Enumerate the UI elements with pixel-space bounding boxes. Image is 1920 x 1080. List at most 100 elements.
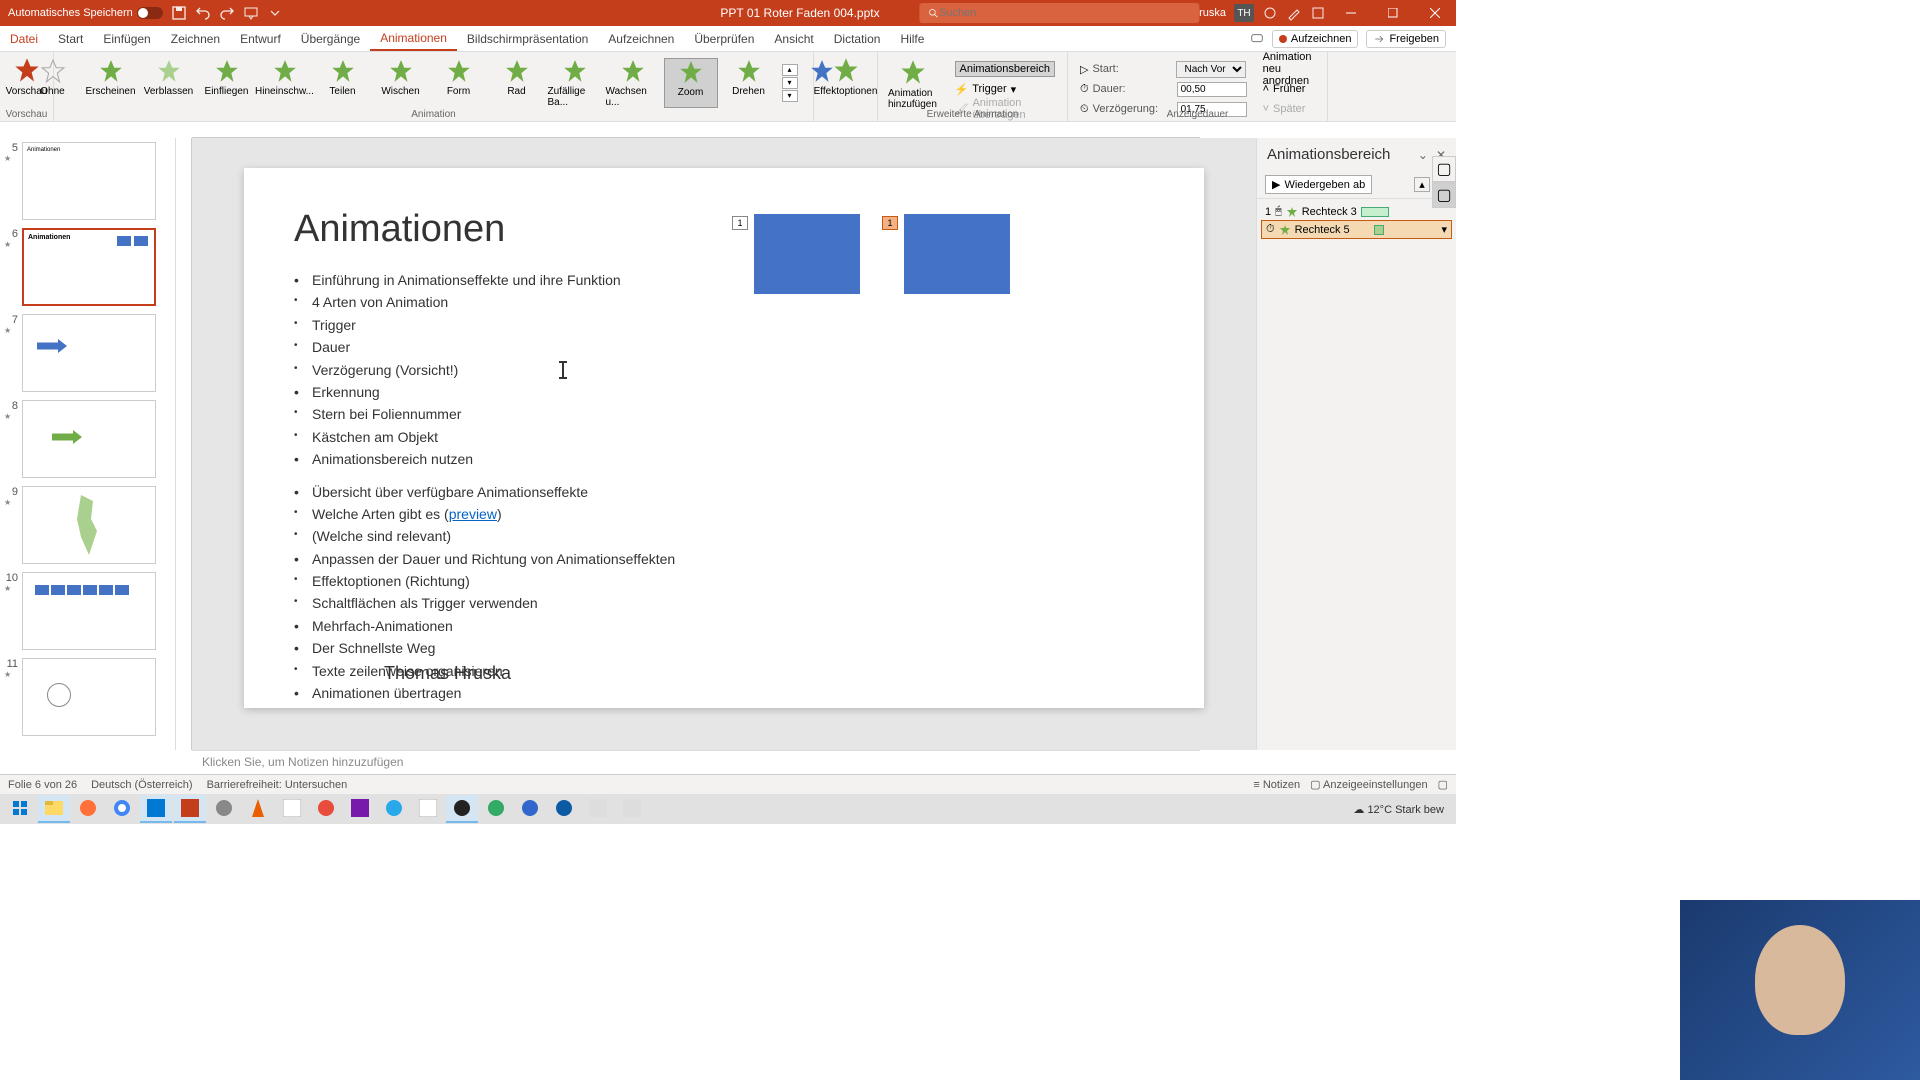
thumb-11[interactable]	[22, 658, 156, 736]
slide-content[interactable]: Einführung in Animationseffekte und ihre…	[294, 269, 1154, 704]
minimize-button[interactable]	[1334, 0, 1368, 26]
gallery-more[interactable]: ▾	[782, 90, 798, 102]
side-tab-1[interactable]: ▢	[1432, 156, 1456, 182]
obs-icon[interactable]	[446, 795, 478, 823]
rectangle-3[interactable]	[754, 214, 860, 294]
duration-input[interactable]	[1177, 82, 1247, 97]
search-box[interactable]	[920, 3, 1200, 23]
tab-slideshow[interactable]: Bildschirmpräsentation	[457, 26, 598, 51]
app-icon-7[interactable]	[582, 795, 614, 823]
anim-tag-1[interactable]: 1	[732, 216, 748, 230]
undo-icon[interactable]	[195, 5, 211, 21]
move-up-button[interactable]: ▴	[1414, 177, 1430, 192]
tab-insert[interactable]: Einfügen	[93, 26, 160, 51]
preview-link[interactable]: preview	[449, 506, 497, 522]
tab-record[interactable]: Aufzeichnen	[598, 26, 684, 51]
display-settings[interactable]: ▢ Anzeigeeinstellungen	[1310, 778, 1427, 791]
chrome-icon[interactable]	[106, 795, 138, 823]
thumb-7[interactable]	[22, 314, 156, 392]
search-input[interactable]	[939, 7, 1192, 19]
pen-icon[interactable]	[1286, 5, 1302, 21]
tab-review[interactable]: Überprüfen	[684, 26, 764, 51]
play-from-button[interactable]: ▶Wiedergeben ab	[1265, 175, 1372, 194]
app-icon-8[interactable]	[616, 795, 648, 823]
tab-draw[interactable]: Zeichnen	[161, 26, 230, 51]
language[interactable]: Deutsch (Österreich)	[91, 779, 192, 791]
gallery-split[interactable]: Teilen	[316, 58, 370, 108]
start-select[interactable]: Nach Vorher...	[1176, 61, 1246, 78]
gallery-none[interactable]: Ohne	[26, 58, 80, 108]
file-name[interactable]: PPT 01 Roter Faden 004.pptx	[720, 6, 879, 20]
tab-file[interactable]: Datei	[0, 26, 48, 51]
thumb-5[interactable]: Animationen	[22, 142, 156, 220]
tab-help[interactable]: Hilfe	[890, 26, 934, 51]
close-button[interactable]	[1418, 0, 1452, 26]
gallery-appear[interactable]: Erscheinen	[84, 58, 138, 108]
slide-thumbnails[interactable]: 5★ Animationen 6★ Animationen 7★ 8★ 9★ 1…	[0, 138, 176, 750]
thumb-8[interactable]	[22, 400, 156, 478]
app-icon-1[interactable]	[208, 795, 240, 823]
thumb-6[interactable]: Animationen	[22, 228, 156, 306]
rectangle-5[interactable]	[904, 214, 1010, 294]
app-icon-5[interactable]	[480, 795, 512, 823]
sync-icon[interactable]	[1262, 5, 1278, 21]
edge-icon[interactable]	[548, 795, 580, 823]
gallery-zoom[interactable]: Zoom	[664, 58, 718, 108]
gallery-random[interactable]: Zufällige Ba...	[548, 58, 602, 108]
telegram-icon[interactable]	[378, 795, 410, 823]
anim-item-menu[interactable]: ▾	[1441, 223, 1447, 236]
slide-editor[interactable]: Animationen Einführung in Animationseffe…	[176, 138, 1256, 750]
anim-pane-dropdown[interactable]: ⌄	[1418, 148, 1428, 162]
thumb-9[interactable]	[22, 486, 156, 564]
tab-design[interactable]: Entwurf	[230, 26, 291, 51]
anim-item-1[interactable]: 1🖱 Rechteck 3	[1261, 203, 1452, 220]
animation-gallery[interactable]: Ohne Erscheinen Verblassen Einfliegen Hi…	[26, 54, 842, 108]
tab-transitions[interactable]: Übergänge	[291, 26, 370, 51]
save-icon[interactable]	[171, 5, 187, 21]
start-button[interactable]	[4, 795, 36, 823]
gallery-wipe[interactable]: Wischen	[374, 58, 428, 108]
animation-pane-button[interactable]: Animationsbereich	[955, 61, 1056, 77]
gallery-fade[interactable]: Verblassen	[142, 58, 196, 108]
firefox-icon[interactable]	[72, 795, 104, 823]
slideshow-icon[interactable]	[243, 5, 259, 21]
powerpoint-icon[interactable]	[174, 795, 206, 823]
user-avatar[interactable]: TH	[1234, 4, 1254, 22]
gallery-floatin[interactable]: Hineinschw...	[258, 58, 312, 108]
tab-animations[interactable]: Animationen	[370, 26, 457, 51]
gallery-grow[interactable]: Wachsen u...	[606, 58, 660, 108]
tab-start[interactable]: Start	[48, 26, 93, 51]
maximize-button[interactable]	[1376, 0, 1410, 26]
onenote-icon[interactable]	[344, 795, 376, 823]
app-icon-4[interactable]	[412, 795, 444, 823]
comments-icon[interactable]	[1250, 32, 1264, 46]
gallery-down[interactable]: ▾	[782, 77, 798, 89]
slide-title[interactable]: Animationen	[294, 208, 1154, 251]
app-icon-3[interactable]	[310, 795, 342, 823]
gallery-swivel[interactable]: Drehen	[722, 58, 776, 108]
gallery-flyin[interactable]: Einfliegen	[200, 58, 254, 108]
gallery-up[interactable]: ▴	[782, 64, 798, 76]
notes-toggle[interactable]: ≡ Notizen	[1253, 779, 1300, 791]
tab-dictation[interactable]: Dictation	[824, 26, 891, 51]
tab-view[interactable]: Ansicht	[764, 26, 823, 51]
notes-pane[interactable]: Klicken Sie, um Notizen hinzuzufügen	[192, 750, 1200, 774]
effect-options-button[interactable]: Effektoptionen	[810, 54, 882, 99]
view-normal[interactable]: ▢	[1438, 778, 1448, 791]
vlc-icon[interactable]	[242, 795, 274, 823]
app-icon[interactable]	[1310, 5, 1326, 21]
anim-item-2[interactable]: ⏱ Rechteck 5 ▾	[1261, 220, 1452, 239]
explorer-icon[interactable]	[38, 795, 70, 823]
slide-canvas[interactable]: Animationen Einführung in Animationseffe…	[244, 168, 1204, 708]
share-button[interactable]: Freigeben	[1366, 30, 1446, 48]
outlook-icon[interactable]	[140, 795, 172, 823]
autosave-toggle[interactable]: Automatisches Speichern	[8, 7, 163, 19]
record-button[interactable]: Aufzeichnen	[1272, 30, 1359, 48]
side-tab-2[interactable]: ▢	[1432, 182, 1456, 208]
accessibility[interactable]: Barrierefreiheit: Untersuchen	[207, 779, 348, 791]
redo-icon[interactable]	[219, 5, 235, 21]
weather-widget[interactable]: ☁ 12°C Stark bew	[1353, 803, 1444, 816]
gallery-wheel[interactable]: Rad	[490, 58, 544, 108]
app-icon-2[interactable]	[276, 795, 308, 823]
trigger-button[interactable]: ⚡Trigger▾	[955, 80, 1056, 98]
